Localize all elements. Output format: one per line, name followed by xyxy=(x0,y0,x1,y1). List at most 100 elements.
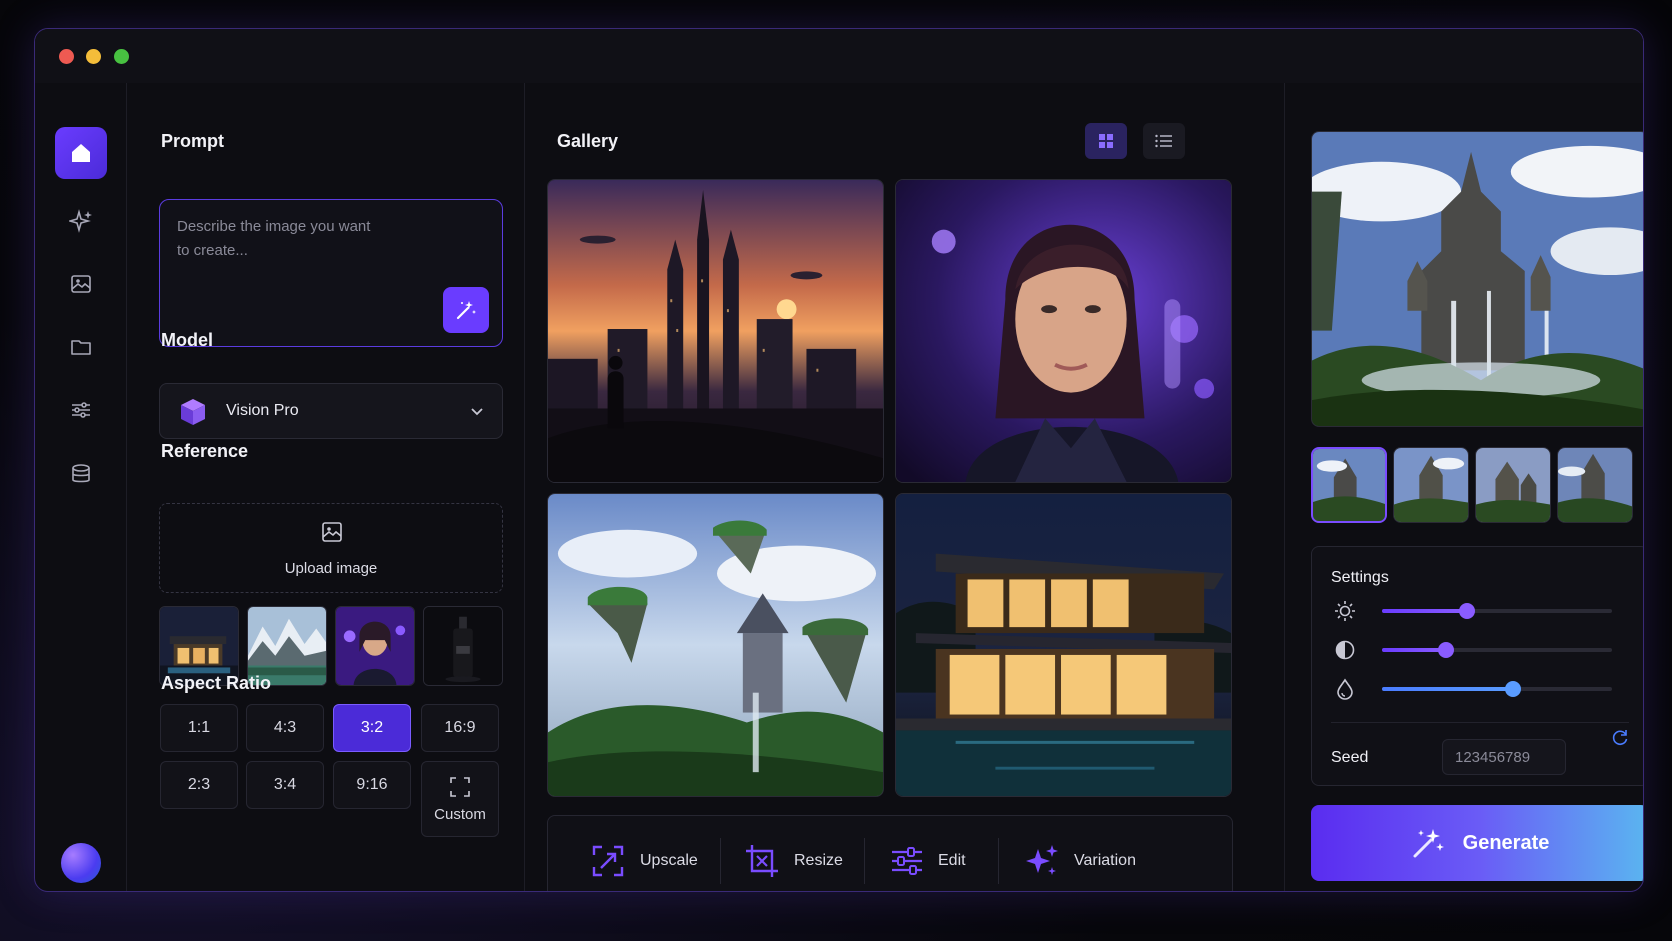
brightness-icon xyxy=(1335,601,1355,621)
rail-generate[interactable] xyxy=(55,195,107,247)
upscale-label: Upscale xyxy=(640,852,698,869)
ratio-3-4[interactable]: 3:4 xyxy=(246,761,324,809)
image-upload-icon xyxy=(322,522,342,542)
image-actions-toolbar: Upscale Resize Edit Variation xyxy=(547,815,1233,891)
upload-image-label: Upload image xyxy=(284,560,378,577)
saturation-slider[interactable] xyxy=(1382,681,1612,697)
seed-label: Seed xyxy=(1331,749,1369,766)
gallery-image-house[interactable] xyxy=(895,493,1232,797)
contrast-slider[interactable] xyxy=(1382,642,1612,658)
home-icon xyxy=(72,144,90,162)
toolbar-divider xyxy=(998,838,999,884)
contrast-knob[interactable] xyxy=(1438,642,1455,658)
crop-frame-icon xyxy=(450,776,470,797)
ratio-1-1[interactable]: 1:1 xyxy=(160,704,238,752)
variation-button[interactable]: Variation xyxy=(1024,840,1136,882)
right-panel: Settings Seed 123456789 Generate xyxy=(1285,83,1643,891)
gallery-image-city[interactable] xyxy=(547,179,884,483)
settings-divider xyxy=(1331,722,1629,723)
grid-view-button[interactable] xyxy=(1085,123,1127,159)
cube-icon xyxy=(181,399,205,425)
droplet-icon xyxy=(1337,678,1353,700)
minimize-window-button[interactable] xyxy=(86,49,101,64)
rail-home[interactable] xyxy=(55,127,107,179)
settings-panel: Settings Seed 123456789 xyxy=(1311,546,1643,786)
contrast-fill xyxy=(1382,648,1447,652)
preview-thumb-2[interactable] xyxy=(1393,447,1469,523)
database-icon xyxy=(72,464,90,483)
rail-images[interactable] xyxy=(55,258,107,310)
ratio-custom[interactable]: Custom xyxy=(421,761,499,837)
list-view-button[interactable] xyxy=(1143,123,1185,159)
contrast-icon xyxy=(1335,640,1355,660)
preview-thumb-4[interactable] xyxy=(1557,447,1633,523)
prompt-heading: Prompt xyxy=(161,131,224,151)
saturation-fill xyxy=(1382,687,1514,691)
sliders-icon xyxy=(892,847,922,875)
app-window: Prompt Describe the image you want to cr… xyxy=(34,28,1644,892)
ratio-9-16[interactable]: 9:16 xyxy=(333,761,411,809)
folder-icon xyxy=(71,340,91,355)
prompt-input[interactable]: Describe the image you want to create... xyxy=(159,199,503,347)
ratio-16-9[interactable]: 16:9 xyxy=(421,704,499,752)
model-heading: Model xyxy=(161,330,213,350)
refresh-seed-icon[interactable] xyxy=(1610,727,1630,747)
prompt-placeholder: Describe the image you want to create... xyxy=(177,218,371,259)
preview-thumb-3[interactable] xyxy=(1475,447,1551,523)
gallery-image-islands[interactable] xyxy=(547,493,884,797)
variation-label: Variation xyxy=(1074,852,1136,869)
edit-label: Edit xyxy=(938,852,966,869)
magic-wand-icon xyxy=(456,301,476,320)
close-window-button[interactable] xyxy=(59,49,74,64)
saturation-knob[interactable] xyxy=(1505,681,1522,697)
chevron-down-icon xyxy=(471,408,483,416)
ratio-2-3[interactable]: 2:3 xyxy=(160,761,238,809)
rail-storage[interactable] xyxy=(55,448,107,500)
title-bar xyxy=(35,29,1643,83)
maximize-window-button[interactable] xyxy=(114,49,129,64)
generate-button[interactable]: Generate xyxy=(1311,805,1643,881)
nav-rail xyxy=(35,83,127,891)
model-select[interactable]: Vision Pro xyxy=(159,383,503,439)
brightness-knob[interactable] xyxy=(1459,603,1476,619)
left-panel: Prompt Describe the image you want to cr… xyxy=(127,83,525,891)
reference-thumb-portrait[interactable] xyxy=(335,606,415,686)
brightness-slider[interactable] xyxy=(1382,603,1612,619)
resize-label: Resize xyxy=(794,852,843,869)
toolbar-divider xyxy=(720,838,721,884)
rail-adjust[interactable] xyxy=(55,384,107,436)
upload-image-dropzone[interactable]: Upload image xyxy=(159,503,503,593)
crop-icon xyxy=(746,845,778,877)
gallery-image-portrait[interactable] xyxy=(895,179,1232,483)
rail-folders[interactable] xyxy=(55,321,107,373)
image-icon xyxy=(71,275,91,293)
upscale-button[interactable]: Upscale xyxy=(590,840,698,882)
sparkles-icon xyxy=(1026,845,1058,875)
brightness-fill xyxy=(1382,609,1468,613)
edit-button[interactable]: Edit xyxy=(890,840,966,882)
ratio-custom-label: Custom xyxy=(434,805,486,823)
reference-thumb-bottle[interactable] xyxy=(423,606,503,686)
gallery-panel: Gallery Upscale Resize Edit Variation xyxy=(525,83,1285,891)
seed-input[interactable]: 123456789 xyxy=(1442,739,1566,775)
resize-button[interactable]: Resize xyxy=(744,840,843,882)
ratio-3-2[interactable]: 3:2 xyxy=(333,704,411,752)
avatar[interactable] xyxy=(61,843,101,883)
upscale-icon xyxy=(592,845,624,877)
enhance-prompt-button[interactable] xyxy=(443,287,489,333)
sparkles-icon xyxy=(69,209,92,233)
aspect-heading: Aspect Ratio xyxy=(161,673,272,693)
list-icon xyxy=(1155,134,1172,148)
generate-label: Generate xyxy=(1462,831,1550,854)
ratio-4-3[interactable]: 4:3 xyxy=(246,704,324,752)
reference-heading: Reference xyxy=(161,441,249,461)
preview-thumb-1[interactable] xyxy=(1311,447,1387,523)
toolbar-divider xyxy=(864,838,865,884)
preview-image[interactable] xyxy=(1311,131,1643,427)
grid-icon xyxy=(1099,134,1113,148)
sliders-icon xyxy=(72,402,90,418)
settings-heading: Settings xyxy=(1331,569,1389,586)
gallery-heading: Gallery xyxy=(557,131,619,151)
magic-wand-icon xyxy=(1413,829,1444,858)
model-value: Vision Pro xyxy=(226,402,299,419)
